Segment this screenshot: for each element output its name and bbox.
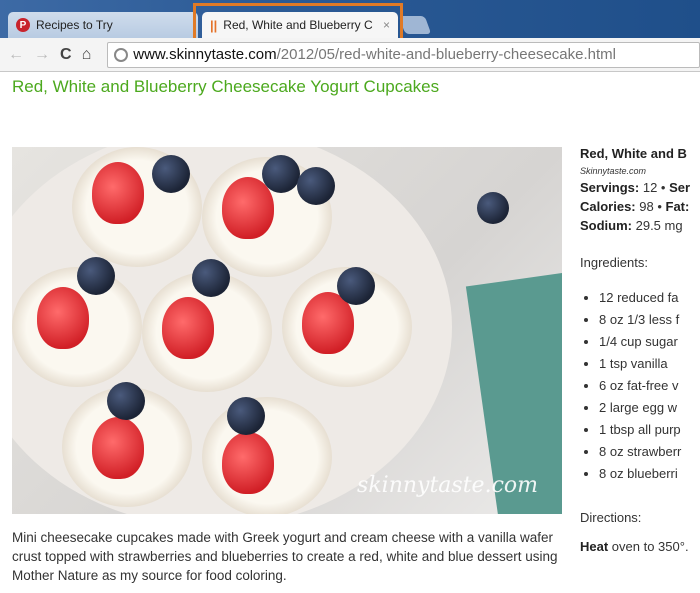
address-bar[interactable]: www.skinnytaste.com/2012/05/red-white-an… [107,41,700,68]
strawberry [92,162,144,224]
watermark: skinnytaste.com [357,473,538,498]
ingredient: 8 oz 1/3 less f [599,312,700,334]
strawberry [37,287,89,349]
blueberry [337,267,375,305]
new-tab-button[interactable] [398,16,432,34]
calories-value: 98 • [635,199,666,214]
ingredients-list: 12 reduced fa 8 oz 1/3 less f 1/4 cup su… [580,290,700,488]
recipe-photo: skinnytaste.com [12,147,562,514]
ingredient: 2 large egg w [599,400,700,422]
reload-icon[interactable]: C [60,46,72,64]
recipe-title: Red, White and B [580,146,687,161]
highlight-box [193,3,403,43]
blueberry [192,259,230,297]
back-icon[interactable]: ← [8,46,24,64]
blueberry [477,192,509,224]
serving-size-label: Ser [669,180,691,195]
blueberry [262,155,300,193]
globe-icon [114,47,129,62]
ingredient: 8 oz blueberri [599,466,700,488]
servings-value: 12 • [639,180,670,195]
sodium-label: Sodium: [580,218,632,233]
ingredient: 6 oz fat-free v [599,378,700,400]
recipe-card: Red, White and B Skinnytaste.com Serving… [580,146,700,554]
url-domain: www.skinnytaste.com [133,46,277,63]
blueberry [297,167,335,205]
blueberry [227,397,265,435]
ingredient: 8 oz strawberr [599,444,700,466]
page-title: Red, White and Blueberry Cheesecake Yogu… [12,77,440,96]
ingredient: 1 tsp vanilla [599,356,700,378]
tab-label: Recipes to Try [36,18,113,32]
ingredient: 1 tbsp all purp [599,422,700,444]
ingredients-heading: Ingredients: [580,255,648,270]
strawberry [162,297,214,359]
fat-label: Fat: [665,199,690,214]
blueberry [107,382,145,420]
ingredient: 1/4 cup sugar [599,334,700,356]
tab-recipes-to-try[interactable]: P Recipes to Try [8,12,198,38]
recipe-description: Mini cheesecake cupcakes made with Greek… [12,530,558,583]
recipe-source: Skinnytaste.com [580,166,647,176]
toolbar: ← → C ⌂ www.skinnytaste.com/2012/05/red-… [0,38,700,72]
forward-icon[interactable]: → [34,46,50,64]
direction-text: oven to 350°. [608,539,689,554]
pinterest-icon: P [16,18,30,32]
home-icon[interactable]: ⌂ [82,46,92,64]
direction-bold: Heat [580,539,609,554]
strawberry [92,417,144,479]
servings-label: Servings: [580,180,640,195]
calories-label: Calories: [580,199,636,214]
blueberry [152,155,190,193]
directions-heading: Directions: [580,510,642,525]
strawberry [222,432,274,494]
blueberry [77,257,115,295]
sodium-value: 29.5 mg [632,218,683,233]
ingredient: 12 reduced fa [599,290,700,312]
url-path: /2012/05/red-white-and-blueberry-cheesec… [276,46,616,63]
